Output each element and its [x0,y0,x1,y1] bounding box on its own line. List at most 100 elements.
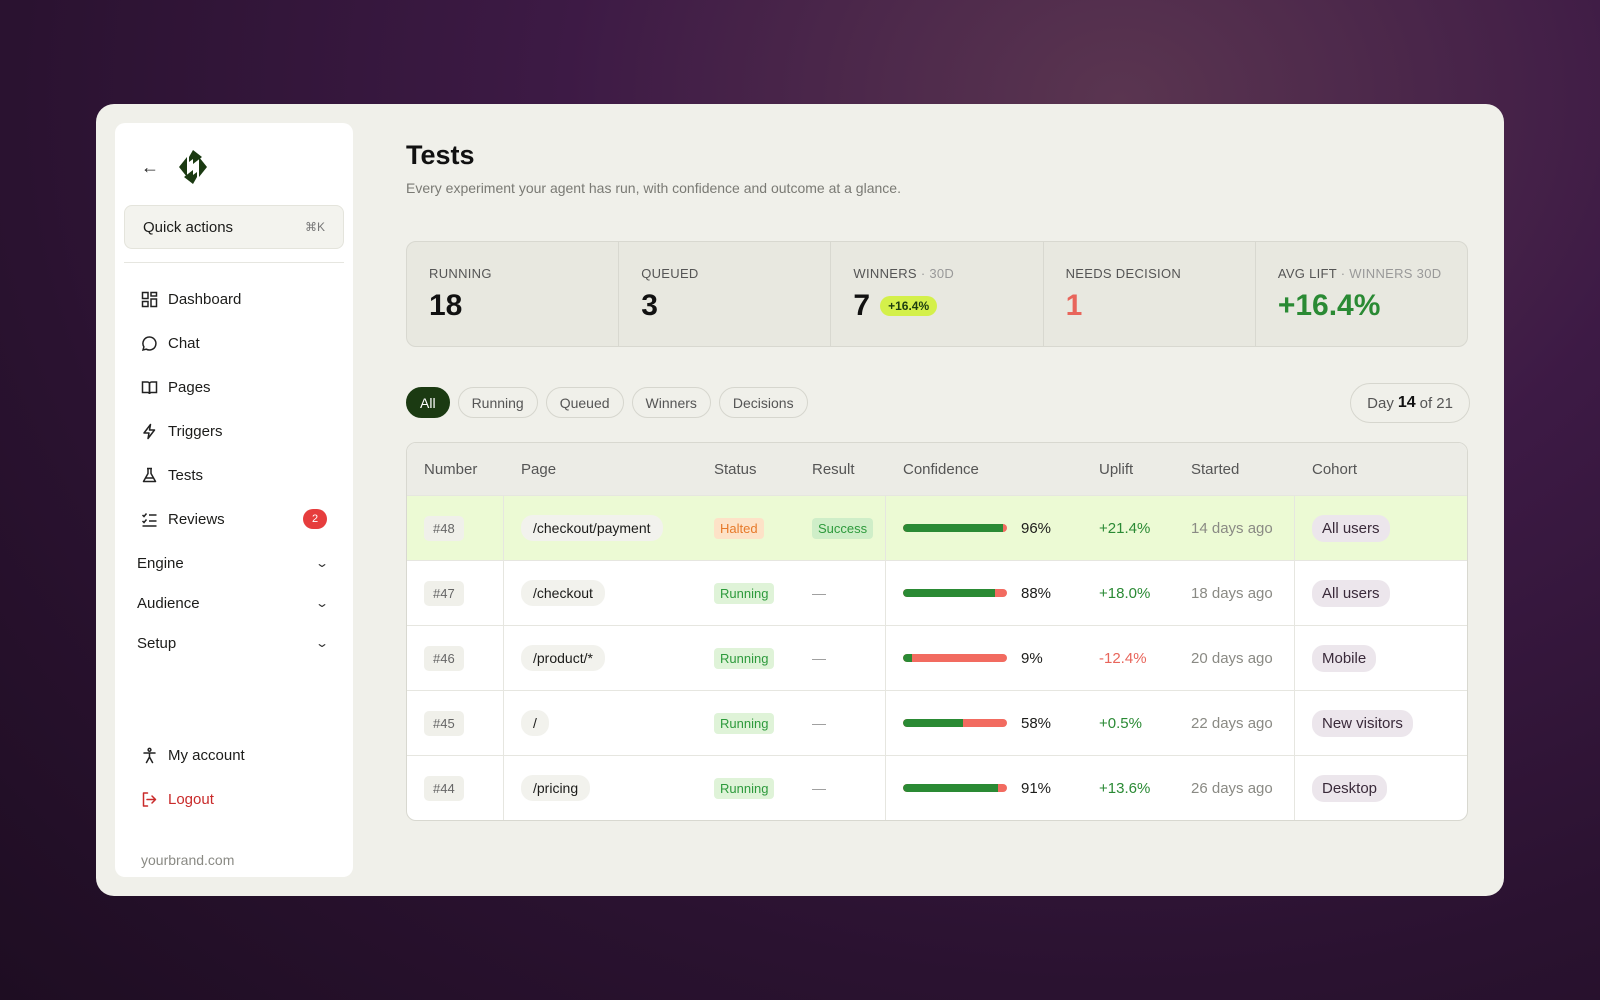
test-number: #47 [424,580,464,606]
column-header[interactable]: Status [697,443,795,495]
confidence-fill [903,524,1003,532]
column-header[interactable]: Cohort [1295,443,1467,495]
table-row[interactable]: #45 / Running — 58% +0.5% 22 days ago Ne… [407,690,1467,755]
sidebar-item-dashboard[interactable]: Dashboard [141,277,327,321]
day-suffix: of 21 [1419,394,1453,412]
cohort-tag: Desktop [1312,774,1388,802]
quick-actions-shortcut: ⌘K [304,220,325,234]
section-audience[interactable]: Audience ⌄ [137,583,330,623]
filter-winners[interactable]: Winners [631,387,711,418]
result-empty: — [812,715,826,731]
sidebar: ← Quick actions ⌘K Dashboard Chat Pages … [115,123,353,877]
app-window: ← Quick actions ⌘K Dashboard Chat Pages … [96,104,1504,896]
cohort-tag: All users [1312,579,1390,607]
my-account-link[interactable]: My account [141,733,327,777]
test-page[interactable]: /checkout/payment [521,515,663,541]
my-account-label: My account [168,746,245,764]
cohort-tag: All users [1312,514,1390,542]
filter-chips: All Running Queued Winners Decisions [406,387,808,418]
section-setup[interactable]: Setup ⌄ [137,623,330,663]
back-arrow-icon[interactable]: ← [141,158,159,176]
day-progress-pill: Day 14 of 21 [1350,383,1470,423]
table-row[interactable]: #46 /product/* Running — 9% -12.4% 20 da… [407,625,1467,690]
test-number: #46 [424,645,464,671]
result-empty: — [812,780,826,796]
brand-logo-icon[interactable] [175,149,211,185]
lightning-icon [143,423,156,439]
uplift-value: -12.4% [1099,649,1147,667]
chevron-down-icon: ⌄ [314,596,330,610]
table-row[interactable]: #47 /checkout Running — 88% +18.0% 18 da… [407,560,1467,625]
confidence-value: 58% [1021,714,1052,732]
person-icon [143,747,156,763]
logout-link[interactable]: Logout [141,777,327,821]
test-page[interactable]: /pricing [521,775,591,801]
sidebar-divider [124,262,344,263]
stats-panel: RUNNING 18 QUEUED 3 WINNERS · 30D 7 +16.4… [406,241,1468,347]
workspace-domain: yourbrand.com [141,852,235,868]
page-title: Tests [406,140,475,170]
stat-winners: WINNERS · 30D 7 +16.4% [831,242,1044,346]
stat-avg-lift: AVG LIFT · WINNERS 30D +16.4% [1256,242,1467,346]
stat-label-suffix: · 30D [920,266,955,281]
filter-queued[interactable]: Queued [545,387,624,418]
column-header[interactable]: Confidence [886,443,1082,495]
confidence-bar [903,654,1007,662]
test-page[interactable]: /checkout [521,580,605,606]
logout-icon [142,791,157,807]
filter-decisions[interactable]: Decisions [718,387,808,418]
filter-all[interactable]: All [406,387,450,418]
test-number: #45 [424,710,464,736]
stat-label: QUEUED [641,266,699,281]
started-value: 20 days ago [1191,649,1273,667]
sidebar-item-tests[interactable]: Tests [141,453,327,497]
stat-number: +16.4% [1277,289,1381,322]
confidence-value: 9% [1021,649,1043,667]
cohort-tag: Mobile [1312,644,1377,672]
sidebar-item-chat[interactable]: Chat [141,321,327,365]
section-label: Engine [137,554,184,572]
test-page[interactable]: / [521,710,549,736]
started-value: 22 days ago [1191,714,1273,732]
flask-icon [142,467,157,482]
confidence-bar [903,589,1007,597]
result-badge: Success [812,517,874,539]
status-badge: Running [714,777,775,799]
column-header[interactable]: Started [1174,443,1295,495]
test-page[interactable]: /product/* [521,645,605,671]
table-row[interactable]: #44 /pricing Running — 91% +13.6% 26 day… [407,755,1467,820]
chevron-down-icon: ⌄ [314,556,330,570]
confidence-value: 96% [1021,519,1052,537]
stat-label: WINNERS · 30D [853,266,1042,281]
confidence-fill [903,784,998,792]
sidebar-item-pages[interactable]: Pages [141,365,327,409]
day-current: 14 [1397,394,1416,411]
sidebar-item-label: Pages [168,378,211,396]
test-number: #44 [424,775,464,801]
sidebar-item-reviews[interactable]: Reviews 2 [141,497,327,541]
uplift-value: +18.0% [1099,584,1151,602]
table-header-row: Number Page Status Result Confidence Upl… [407,443,1467,495]
stat-value: 7 +16.4% [853,289,1042,323]
winners-lift-badge: +16.4% [880,296,938,316]
sidebar-item-triggers[interactable]: Triggers [141,409,327,453]
result-empty: — [812,650,826,666]
column-header[interactable]: Number [407,443,504,495]
quick-actions-button[interactable]: Quick actions ⌘K [124,205,344,249]
stat-label: RUNNING [429,266,492,281]
column-header[interactable]: Result [795,443,886,495]
chevron-down-icon: ⌄ [314,636,330,650]
confidence-bar [903,524,1007,532]
confidence-bar [903,784,1007,792]
filter-running[interactable]: Running [457,387,538,418]
sidebar-item-label: Dashboard [168,290,242,308]
started-value: 18 days ago [1191,584,1273,602]
column-header[interactable]: Uplift [1082,443,1174,495]
sidebar-item-label: Chat [168,334,200,352]
tests-table: Number Page Status Result Confidence Upl… [406,442,1468,821]
table-row[interactable]: #48 /checkout/payment Halted Success 96%… [407,495,1467,560]
started-value: 26 days ago [1191,779,1273,797]
stat-queued: QUEUED 3 [619,242,832,346]
section-engine[interactable]: Engine ⌄ [137,543,330,583]
column-header[interactable]: Page [504,443,697,495]
